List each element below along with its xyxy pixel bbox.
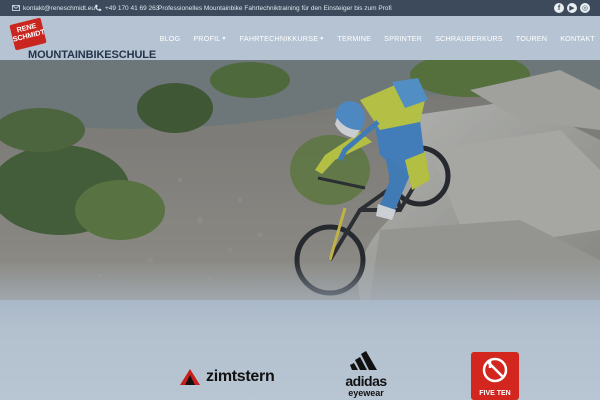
nav-item-schrauberkurs[interactable]: SCHRAUBERKURS bbox=[435, 34, 503, 43]
adidas-stripes-icon bbox=[350, 351, 377, 370]
email-text[interactable]: kontakt@reneschmidt.eu bbox=[23, 5, 95, 12]
hero-fade bbox=[0, 260, 600, 300]
adidas-eyewear-logo[interactable]: adidas eyewear bbox=[338, 350, 394, 398]
envelope-icon bbox=[12, 5, 20, 11]
main-nav: BLOG PROFIL▼ FAHRTECHNIKKURSE▼ TERMINE S… bbox=[160, 16, 600, 60]
chevron-down-icon: ▼ bbox=[319, 35, 325, 42]
hero-image bbox=[0, 60, 600, 300]
zimtstern-logo[interactable]: zimtstern bbox=[180, 368, 275, 386]
nav-label: SCHRAUBERKURS bbox=[435, 33, 503, 43]
nav-item-kontakt[interactable]: KONTAKT bbox=[560, 34, 595, 43]
tagline: Professionelles Mountainbike Fahrtechnik… bbox=[158, 0, 392, 16]
nav-label: TOUREN bbox=[515, 33, 548, 43]
nav-label: KONTAKT bbox=[560, 33, 595, 43]
fiveten-mark-icon bbox=[482, 357, 508, 383]
phone-contact[interactable]: +49 170 41 69 263 bbox=[94, 0, 159, 16]
nav-label: PROFIL bbox=[193, 33, 221, 43]
top-info-bar: kontakt@reneschmidt.eu +49 170 41 69 263… bbox=[0, 0, 600, 16]
social-links: f ▶ ◎ bbox=[554, 3, 590, 13]
site-header: RENE SCHMIDT MOUNTAINBIKESCHULE BLOG PRO… bbox=[0, 16, 600, 61]
nav-item-profil[interactable]: PROFIL▼ bbox=[193, 34, 226, 43]
nav-label: TERMINE bbox=[337, 33, 372, 43]
nav-label: BLOG bbox=[159, 33, 181, 43]
nav-label: FAHRTECHNIKKURSE bbox=[239, 33, 319, 43]
fiveten-wordmark: FIVE TEN bbox=[479, 390, 511, 397]
chevron-down-icon: ▼ bbox=[221, 35, 227, 42]
logo-badge: RENE SCHMIDT bbox=[9, 17, 47, 51]
zimtstern-mark-icon bbox=[180, 369, 200, 385]
facebook-icon[interactable]: f bbox=[554, 3, 564, 13]
zimtstern-wordmark: zimtstern bbox=[206, 368, 275, 385]
nav-item-blog[interactable]: BLOG bbox=[160, 34, 181, 43]
phone-icon bbox=[95, 4, 102, 11]
youtube-icon[interactable]: ▶ bbox=[567, 3, 577, 13]
site-logo[interactable]: RENE SCHMIDT MOUNTAINBIKESCHULE bbox=[9, 17, 161, 61]
phone-text[interactable]: +49 170 41 69 263 bbox=[105, 5, 159, 12]
nav-item-termine[interactable]: TERMINE bbox=[337, 34, 371, 43]
eyewear-wordmark: eyewear bbox=[348, 388, 384, 398]
sponsor-strip: zimtstern adidas eyewear FIVE TEN bbox=[0, 300, 600, 400]
nav-label: SPRINTER bbox=[384, 33, 423, 43]
email-contact[interactable]: kontakt@reneschmidt.eu bbox=[12, 0, 95, 16]
nav-item-fahrtechnikkurse[interactable]: FAHRTECHNIKKURSE▼ bbox=[240, 34, 325, 43]
nav-item-sprinter[interactable]: SPRINTER bbox=[384, 34, 422, 43]
adidas-wordmark: adidas bbox=[345, 373, 387, 389]
instagram-icon[interactable]: ◎ bbox=[580, 3, 590, 13]
tagline-text: Professionelles Mountainbike Fahrtechnik… bbox=[158, 4, 392, 12]
nav-item-touren[interactable]: TOUREN bbox=[516, 34, 547, 43]
fiveten-logo[interactable]: FIVE TEN bbox=[471, 352, 519, 400]
